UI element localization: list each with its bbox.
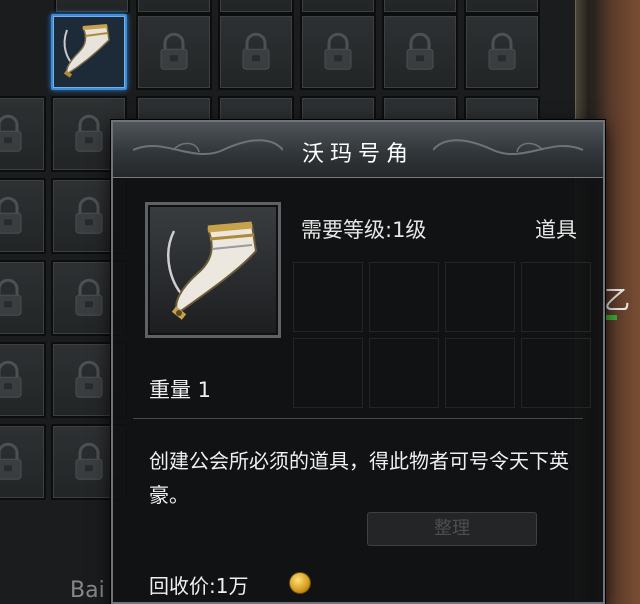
item-weight: 重量 1 <box>149 378 212 402</box>
item-type: 道具 <box>535 218 577 242</box>
sort-button[interactable]: 整理 <box>367 512 537 546</box>
item-image-frame <box>145 202 281 338</box>
item-tooltip: 沃玛号角 需要等级:1级 道具 重量 1 创建公会所必须的道具，得此物者可号令天… <box>111 120 605 604</box>
inventory-slot[interactable] <box>0 424 46 500</box>
padlock-icon <box>238 32 274 76</box>
background-grid <box>293 262 593 432</box>
padlock-icon <box>0 114 26 158</box>
inventory-slot[interactable] <box>300 0 376 14</box>
inventory-slot[interactable] <box>136 0 212 14</box>
gold-coin-icon <box>289 572 311 594</box>
inventory-slot[interactable] <box>0 96 46 172</box>
recycle-price: 回收价:1万 <box>149 574 249 598</box>
inventory-slot-selected[interactable] <box>51 14 127 90</box>
divider <box>133 418 583 419</box>
padlock-icon <box>484 32 520 76</box>
padlock-icon <box>71 442 107 486</box>
padlock-icon <box>71 196 107 240</box>
padlock-icon <box>320 32 356 76</box>
padlock-icon <box>0 278 26 322</box>
inventory-slot[interactable] <box>0 260 46 336</box>
war-horn-icon <box>167 221 258 320</box>
item-description: 创建公会所必须的道具，得此物者可号令天下英豪。 <box>149 449 569 507</box>
inventory-slot[interactable] <box>382 0 458 14</box>
inventory-slot[interactable] <box>464 0 540 14</box>
padlock-icon <box>0 196 26 240</box>
war-horn-icon <box>63 24 110 78</box>
inventory-slot[interactable] <box>0 342 46 418</box>
padlock-icon <box>71 360 107 404</box>
side-status-bar <box>603 315 617 320</box>
inventory-slot[interactable] <box>300 14 376 90</box>
padlock-icon <box>156 32 192 76</box>
inventory-slot[interactable] <box>382 14 458 90</box>
item-name: 沃玛号角 <box>301 142 414 167</box>
inventory-slot[interactable] <box>54 0 130 14</box>
tooltip-header: 沃玛号角 <box>113 122 603 178</box>
padlock-icon <box>71 114 107 158</box>
inventory-slot[interactable] <box>136 14 212 90</box>
side-partial-text: 乙 <box>604 286 631 316</box>
inventory-slot[interactable] <box>218 14 294 90</box>
padlock-icon <box>0 442 26 486</box>
inventory-slot[interactable] <box>218 0 294 14</box>
inventory-slot[interactable] <box>0 178 46 254</box>
padlock-icon <box>71 278 107 322</box>
padlock-icon <box>0 360 26 404</box>
watermark: Bai <box>70 578 105 603</box>
level-requirement: 需要等级:1级 <box>301 218 427 242</box>
padlock-icon <box>402 32 438 76</box>
inventory-slot[interactable] <box>464 14 540 90</box>
